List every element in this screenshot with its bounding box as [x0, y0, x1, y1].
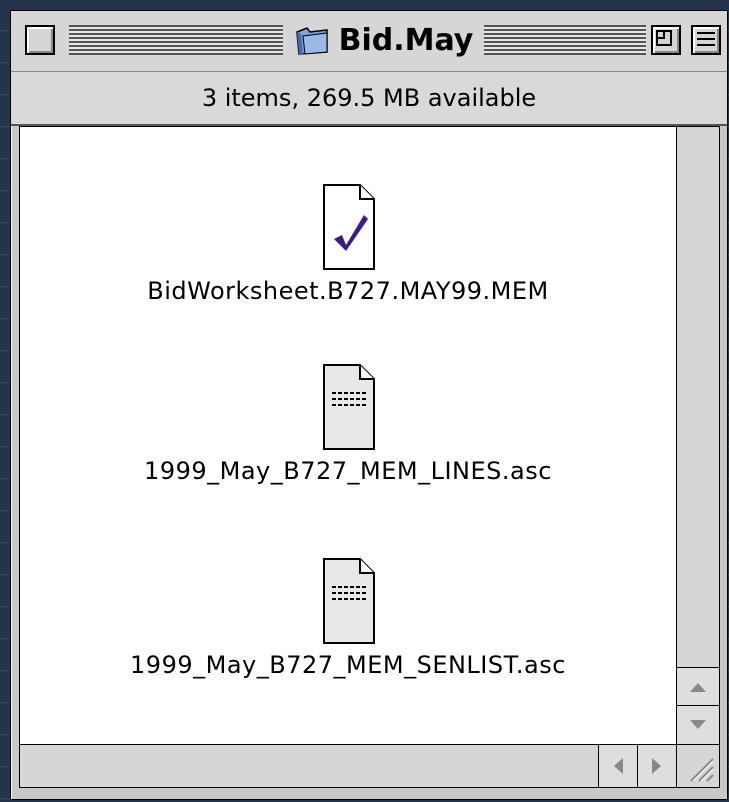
collapse-box[interactable]: [691, 25, 721, 55]
file-name: 1999_May_B727_MEM_LINES.asc: [144, 457, 552, 485]
file-item[interactable]: 1999_May_B727_MEM_SENLIST.asc: [20, 557, 676, 679]
folder-icon: [295, 27, 328, 55]
close-box[interactable]: [25, 25, 55, 55]
checkmark-document-icon: [323, 184, 375, 270]
window-title-group: Bid.May: [283, 17, 483, 63]
text-document-icon: [323, 558, 375, 644]
title-bar[interactable]: Bid.May: [11, 11, 727, 72]
file-name: 1999_May_B727_MEM_SENLIST.asc: [130, 651, 566, 679]
window-info-header: 3 items, 269.5 MB available: [11, 72, 727, 126]
arrow-down-icon: [690, 720, 706, 729]
horizontal-scrollbar[interactable]: [19, 744, 677, 788]
zoom-box[interactable]: [651, 25, 681, 55]
file-item[interactable]: 1999_May_B727_MEM_LINES.asc: [20, 363, 676, 485]
file-list-area[interactable]: BidWorksheet.B727.MAY99.MEM 1999_May_B72…: [19, 126, 677, 745]
resize-grip-icon: [690, 758, 714, 782]
arrow-left-icon: [614, 758, 623, 774]
title-bar-stripes-right: [484, 25, 646, 55]
arrow-right-icon: [652, 758, 661, 774]
scroll-right-button[interactable]: [637, 745, 676, 787]
file-item[interactable]: BidWorksheet.B727.MAY99.MEM: [20, 183, 676, 305]
window-title: Bid.May: [338, 22, 474, 58]
title-bar-stripes-left: [69, 25, 283, 55]
arrow-up-icon: [690, 683, 706, 692]
scroll-down-button[interactable]: [677, 705, 719, 744]
finder-window: Bid.May 3 items, 269.5 MB available BidW…: [10, 10, 728, 800]
resize-grow-box[interactable]: [676, 744, 720, 788]
file-name: BidWorksheet.B727.MAY99.MEM: [147, 277, 549, 305]
text-document-icon: [323, 364, 375, 450]
scroll-left-button[interactable]: [598, 745, 637, 787]
items-available-text: 3 items, 269.5 MB available: [201, 84, 537, 112]
vertical-scrollbar[interactable]: [676, 126, 720, 745]
scroll-up-button[interactable]: [677, 667, 719, 706]
